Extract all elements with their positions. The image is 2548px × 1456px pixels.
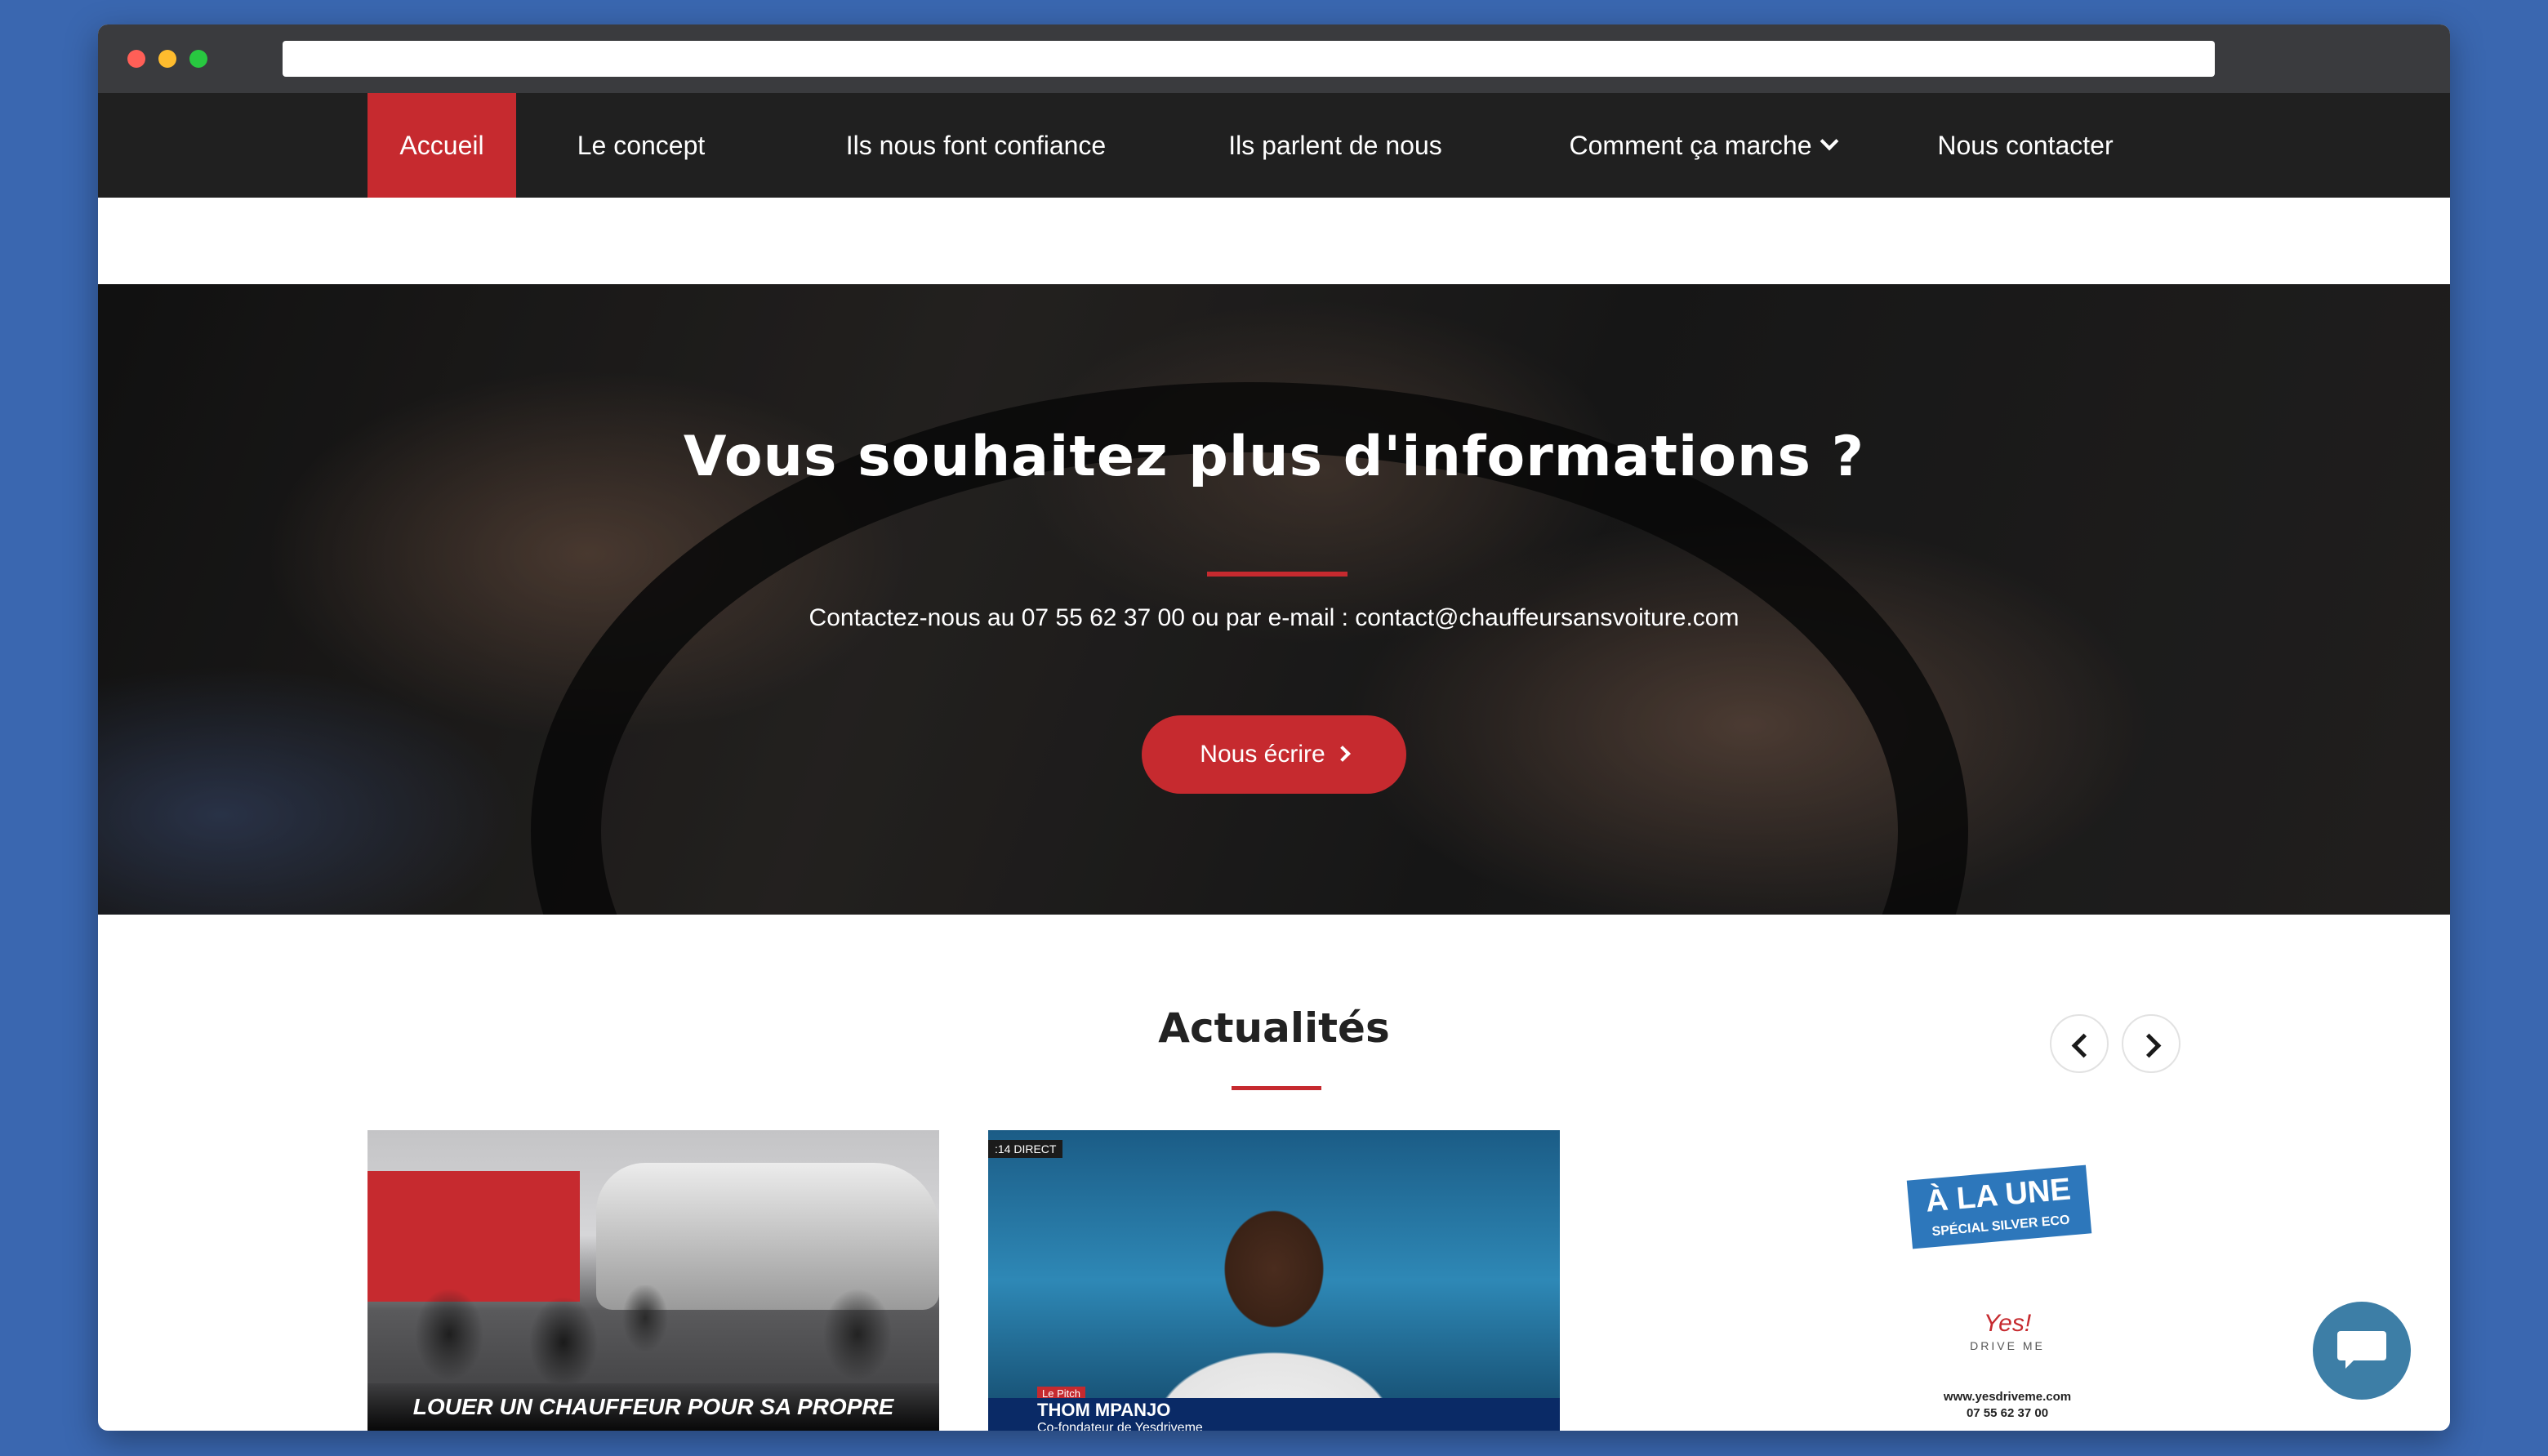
address-bar[interactable]	[283, 41, 2215, 77]
hero-title-divider	[1207, 572, 1348, 577]
chevron-right-icon	[1334, 746, 1351, 762]
chevron-left-icon	[2071, 1033, 2096, 1058]
nav-item-ils-nous-font-confiance[interactable]: Ils nous font confiance	[817, 93, 1135, 198]
write-us-button-label: Nous écrire	[1200, 741, 1325, 768]
news-card-caption: LOUER UN CHAUFFEUR POUR SA PROPRE VOITUR…	[368, 1383, 939, 1431]
nav-item-nous-contacter[interactable]: Nous contacter	[1911, 93, 2140, 198]
a-la-une-badge: À LA UNE SPÉCIAL SILVER ECO	[1906, 1164, 2092, 1249]
browser-titlebar	[98, 24, 2450, 93]
website-text: www.yesdriveme.com	[1943, 1390, 2072, 1404]
debate-panel-image	[400, 1285, 923, 1383]
close-window-button[interactable]	[127, 50, 145, 68]
browser-window: Accueil Le concept Ils nous font confian…	[98, 24, 2450, 1431]
chevron-right-icon	[2136, 1033, 2162, 1058]
nav-item-le-concept[interactable]: Le concept	[555, 93, 727, 198]
news-card-a-la-une[interactable]: À LA UNE SPÉCIAL SILVER ECO Yes! DRIVE M…	[1722, 1130, 2293, 1431]
nav-item-ils-parlent-de-nous[interactable]: Ils parlent de nous	[1200, 93, 1470, 198]
news-title-divider	[1232, 1086, 1321, 1090]
write-us-button[interactable]: Nous écrire	[1142, 715, 1406, 794]
interviewee-name: THOM MPANJO	[1037, 1400, 1171, 1420]
interviewee-role: Co-fondateur de Yesdriveme	[1037, 1421, 1203, 1431]
carousel-prev-button[interactable]	[2050, 1014, 2109, 1073]
yesdriveme-logo: Yes!	[1983, 1310, 2032, 1337]
contact-hero: Vous souhaitez plus d'informations ? Con…	[98, 284, 2450, 915]
news-card-tv-debate[interactable]: LOUER UN CHAUFFEUR POUR SA PROPRE VOITUR…	[368, 1130, 939, 1431]
maximize-window-button[interactable]	[189, 50, 207, 68]
hero-contact-text: Contactez-nous au 07 55 62 37 00 ou par …	[808, 604, 1740, 631]
studio-screen	[368, 1171, 580, 1302]
interviewee-image	[1135, 1187, 1413, 1431]
hero-title: Vous souhaitez plus d'informations ?	[683, 425, 1865, 489]
chevron-down-icon	[1820, 131, 1839, 151]
chat-bubble-icon	[2337, 1331, 2386, 1360]
nav-item-comment-ca-marche[interactable]: Comment ça marche	[1535, 93, 1870, 198]
minimize-window-button[interactable]	[158, 50, 176, 68]
phone-text: 07 55 62 37 00	[1966, 1406, 2049, 1420]
main-navigation: Accueil Le concept Ils nous font confian…	[98, 93, 2450, 198]
news-card-bfm-interview[interactable]: :14 DIRECT Le Pitch THOM MPANJO Co-fonda…	[988, 1130, 1560, 1431]
live-tag: :14 DIRECT	[988, 1140, 1063, 1158]
carousel-next-button[interactable]	[2122, 1014, 2180, 1073]
nav-item-accueil[interactable]: Accueil	[368, 93, 516, 198]
chat-widget-button[interactable]	[2313, 1302, 2411, 1400]
nav-item-label: Comment ça marche	[1569, 131, 1812, 160]
yesdriveme-logo-subtitle: DRIVE ME	[1970, 1339, 2045, 1352]
